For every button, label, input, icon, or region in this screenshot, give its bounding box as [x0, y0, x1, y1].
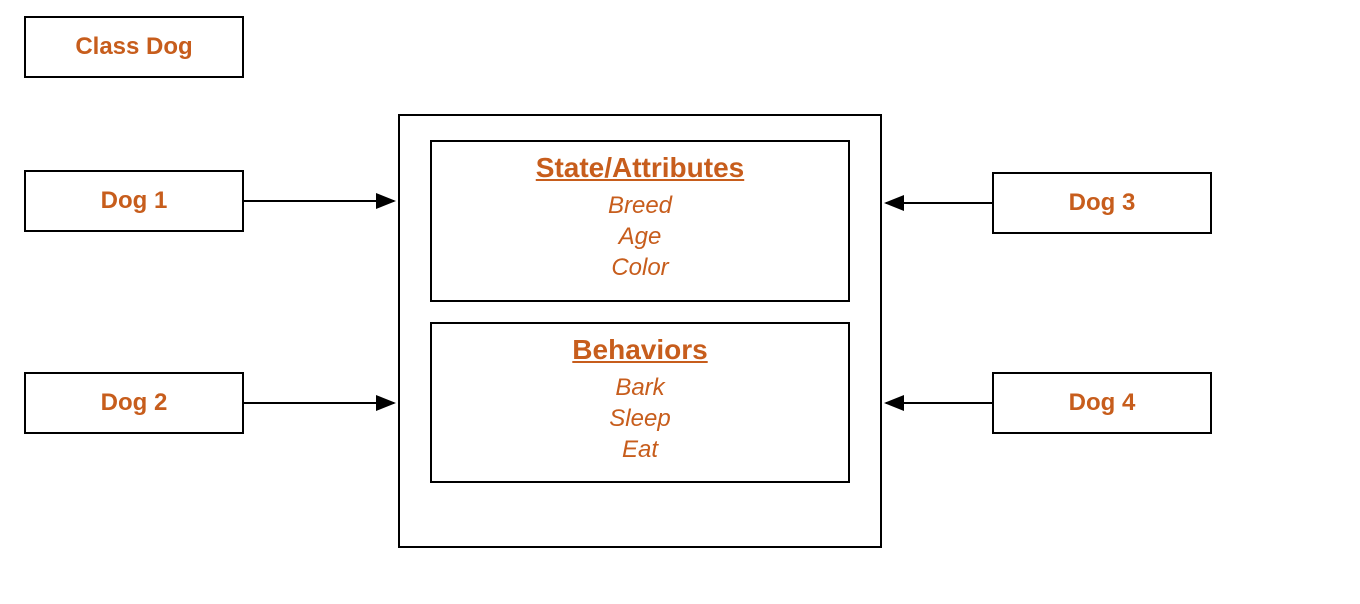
behaviors-title: Behaviors: [448, 334, 832, 366]
attribute-item: Age: [448, 221, 832, 252]
dog-3-box: Dog 3: [992, 172, 1212, 234]
class-dog-box: Class Dog: [24, 16, 244, 78]
attribute-item: Color: [448, 252, 832, 283]
dog-4-label: Dog 4: [1069, 389, 1136, 417]
class-details-box: State/Attributes Breed Age Color Behavio…: [398, 114, 882, 548]
attributes-section: State/Attributes Breed Age Color: [430, 140, 850, 302]
class-dog-label: Class Dog: [75, 33, 192, 61]
behavior-item: Sleep: [448, 403, 832, 434]
attribute-item: Breed: [448, 190, 832, 221]
dog-1-label: Dog 1: [101, 187, 168, 215]
behavior-item: Bark: [448, 372, 832, 403]
dog-4-box: Dog 4: [992, 372, 1212, 434]
behaviors-section: Behaviors Bark Sleep Eat: [430, 322, 850, 484]
dog-2-label: Dog 2: [101, 389, 168, 417]
dog-1-box: Dog 1: [24, 170, 244, 232]
dog-3-label: Dog 3: [1069, 189, 1136, 217]
dog-2-box: Dog 2: [24, 372, 244, 434]
attributes-title: State/Attributes: [448, 152, 832, 184]
behavior-item: Eat: [448, 434, 832, 465]
